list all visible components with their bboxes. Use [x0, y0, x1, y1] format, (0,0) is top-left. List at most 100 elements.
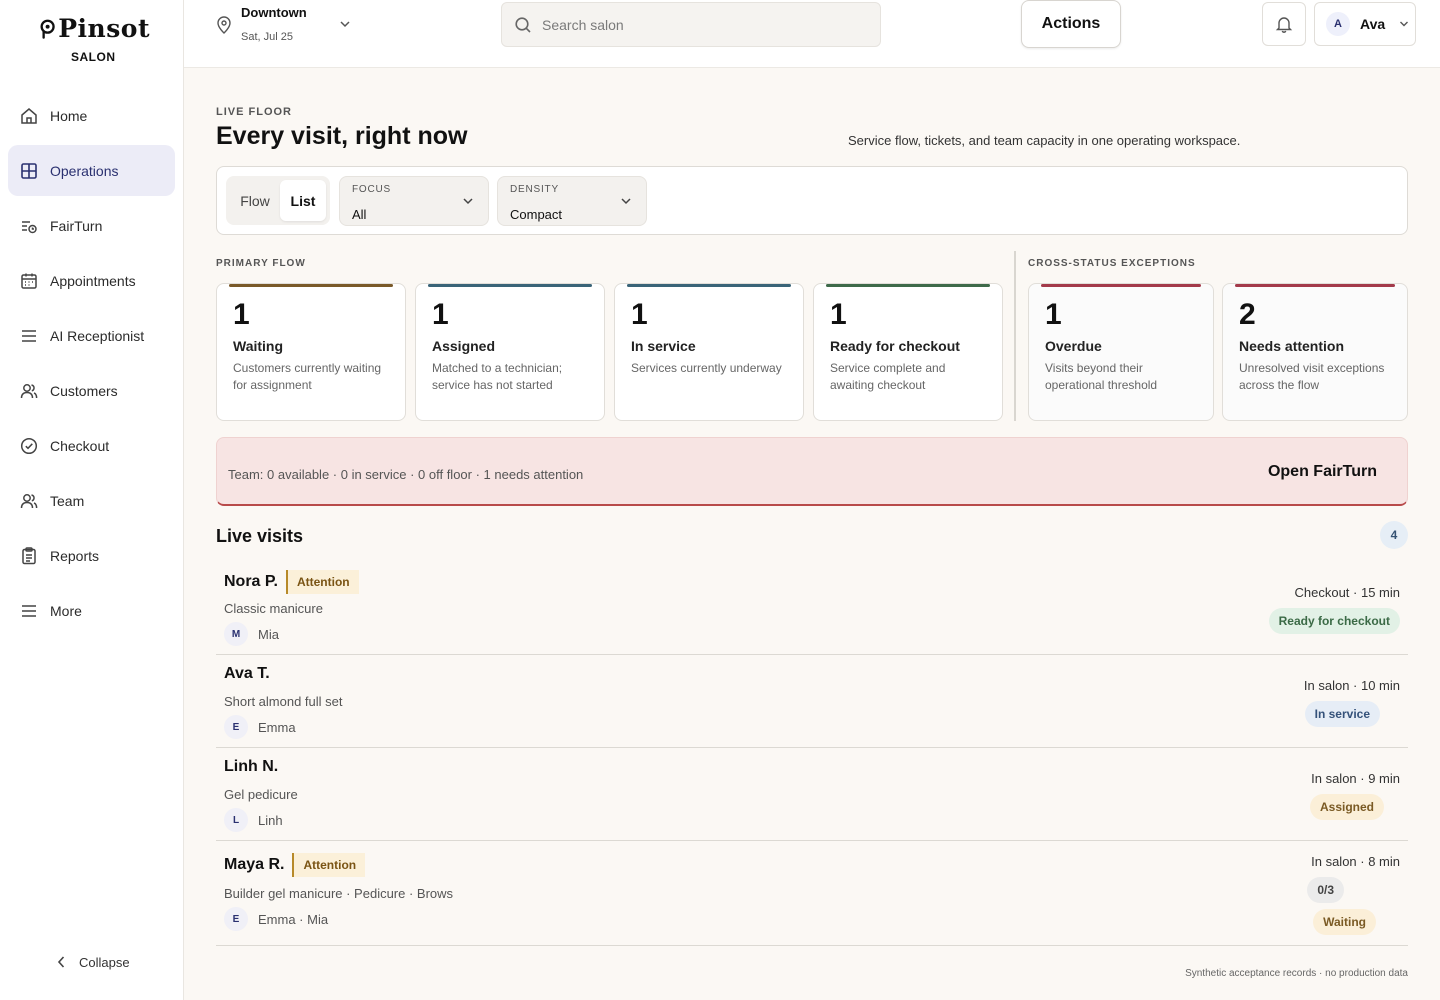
rotation-icon	[22, 220, 37, 233]
visit-meta: In salon · 8 min	[1311, 854, 1400, 869]
sidebar: Pinsot SALON Home Operations FairTurn Ap…	[0, 0, 184, 1000]
sidebar-item-label: AI Receptionist	[50, 327, 145, 344]
service-progress-pill: 0/3	[1307, 877, 1344, 903]
focus-dropdown[interactable]: FOCUS All	[339, 176, 489, 226]
visit-row[interactable]: Ava T. Short almond full set E Emma In s…	[216, 655, 1408, 748]
status-pill: Assigned	[1309, 794, 1384, 820]
team-status-banner: Team: 0 available · 0 in service · 0 off…	[216, 437, 1408, 506]
card-count: 1	[631, 298, 648, 331]
collapse-button[interactable]: Collapse	[56, 952, 130, 972]
sidebar-item-label: Home	[50, 107, 88, 124]
menu-lines-icon	[22, 604, 36, 617]
users-icon	[20, 383, 38, 398]
chevron-down-icon	[621, 198, 631, 205]
sidebar-item-label: FairTurn	[50, 217, 103, 234]
density-dropdown[interactable]: DENSITY Compact	[497, 176, 647, 226]
actions-button[interactable]: Actions	[1021, 0, 1121, 48]
view-toggle: Flow List	[226, 176, 330, 225]
calendar-icon	[21, 273, 37, 289]
status-card-assigned[interactable]: 1 Assigned Matched to a technician; serv…	[415, 283, 605, 421]
visit-service: Short almond full set	[224, 694, 343, 709]
visit-row[interactable]: Nora P. Attention Classic manicure M Mia…	[216, 561, 1408, 655]
card-description: Visits beyond their operational threshol…	[1045, 361, 1158, 392]
search-icon	[515, 16, 531, 33]
visit-meta: In salon · 10 min	[1303, 678, 1400, 693]
visit-meta: Checkout · 15 min	[1294, 585, 1401, 600]
status-card-in-service[interactable]: 1 In service Services currently underway	[614, 283, 804, 421]
card-description: Service complete and awaiting checkout	[830, 361, 946, 392]
sidebar-item-checkout[interactable]: Checkout	[8, 420, 175, 471]
card-label: Overdue	[1045, 338, 1102, 354]
users-icon	[20, 493, 38, 508]
sidebar-item-appointments[interactable]: Appointments	[8, 255, 175, 306]
sidebar-item-label: Checkout	[50, 437, 110, 454]
technician-names: Mia	[258, 626, 279, 642]
brand-logo[interactable]: Pinsot SALON	[40, 14, 150, 70]
card-accent	[1041, 284, 1201, 287]
location-date: Sat, Jul 25	[241, 31, 293, 43]
card-label: Assigned	[432, 338, 496, 354]
sidebar-item-ai-receptionist[interactable]: AI Receptionist	[8, 310, 175, 361]
sidebar-item-operations[interactable]: Operations	[8, 145, 175, 196]
card-label: Waiting	[233, 338, 284, 354]
user-menu[interactable]: A Ava	[1314, 2, 1416, 46]
view-option-flow[interactable]: Flow	[230, 180, 280, 221]
chevron-down-icon	[1400, 21, 1409, 27]
status-card-ready-for-checkout[interactable]: 1 Ready for checkout Service complete an…	[813, 283, 1003, 421]
visit-meta: In salon · 9 min	[1311, 771, 1400, 786]
sidebar-item-label: Appointments	[50, 272, 136, 289]
status-pill: Ready for checkout	[1268, 608, 1400, 634]
check-circle-icon	[20, 437, 38, 454]
sidebar-item-home[interactable]: Home	[8, 90, 175, 141]
card-label: In service	[631, 338, 696, 354]
sidebar-item-label: Customers	[50, 382, 118, 399]
status-pill: Waiting	[1313, 909, 1376, 935]
technician-avatar: E	[224, 907, 248, 931]
live-visits-title: Live visits	[216, 526, 304, 546]
sidebar-item-label: Operations	[50, 162, 119, 179]
search-input[interactable]	[542, 16, 862, 33]
technician-avatar: M	[224, 622, 248, 646]
map-pin-icon	[217, 16, 231, 34]
visit-service: Gel pedicure	[224, 787, 298, 802]
customer-name: Ava T.	[224, 665, 270, 682]
sidebar-item-fairturn[interactable]: FairTurn	[8, 200, 175, 251]
section-divider	[1014, 251, 1016, 421]
card-accent	[627, 284, 791, 287]
sidebar-item-team[interactable]: Team	[8, 475, 175, 526]
notifications-button[interactable]	[1262, 2, 1306, 46]
pin-logo-icon	[40, 19, 55, 39]
card-count: 2	[1239, 298, 1256, 331]
card-accent	[826, 284, 990, 287]
attention-badge: Attention	[285, 570, 359, 594]
bell-icon	[1275, 17, 1293, 33]
status-pill: In service	[1304, 701, 1380, 727]
card-accent	[428, 284, 592, 287]
sidebar-nav: Home Operations FairTurn Appointments AI…	[8, 90, 175, 640]
open-fairturn-button[interactable]: Open FairTurn	[1268, 463, 1377, 481]
sidebar-item-more[interactable]: More	[8, 585, 175, 636]
visit-service: Builder gel manicure · Pedicure · Brows	[224, 886, 454, 901]
visit-row[interactable]: Maya R. Attention Builder gel manicure ·…	[216, 841, 1408, 946]
team-status-text: Team: 0 available · 0 in service · 0 off…	[228, 467, 584, 482]
customer-name: Linh N.	[224, 758, 279, 775]
sidebar-item-customers[interactable]: Customers	[8, 365, 175, 416]
chevron-left-icon	[57, 956, 65, 968]
user-name: Ava	[1360, 16, 1386, 32]
view-option-list[interactable]: List	[280, 180, 326, 221]
status-card-needs-attention[interactable]: 2 Needs attention Unresolved visit excep…	[1222, 283, 1408, 421]
card-count: 1	[233, 298, 250, 331]
view-controls: Flow List FOCUS All DENSITY Compact	[216, 166, 1408, 235]
status-card-overdue[interactable]: 1 Overdue Visits beyond their operationa…	[1028, 283, 1214, 421]
chevron-down-icon	[340, 21, 350, 28]
status-card-waiting[interactable]: 1 Waiting Customers currently waiting fo…	[216, 283, 406, 421]
location-selector[interactable]: Downtown Sat, Jul 25	[216, 0, 356, 50]
sidebar-item-reports[interactable]: Reports	[8, 530, 175, 581]
location-name: Downtown	[241, 5, 307, 20]
technician-avatar: L	[224, 808, 248, 832]
grid-icon	[21, 162, 37, 179]
visit-row[interactable]: Linh N. Gel pedicure L Linh In salon · 9…	[216, 748, 1408, 841]
sidebar-item-label: More	[50, 602, 82, 619]
footer-note: Synthetic acceptance records · no produc…	[1185, 968, 1408, 979]
density-label: DENSITY	[510, 184, 559, 195]
